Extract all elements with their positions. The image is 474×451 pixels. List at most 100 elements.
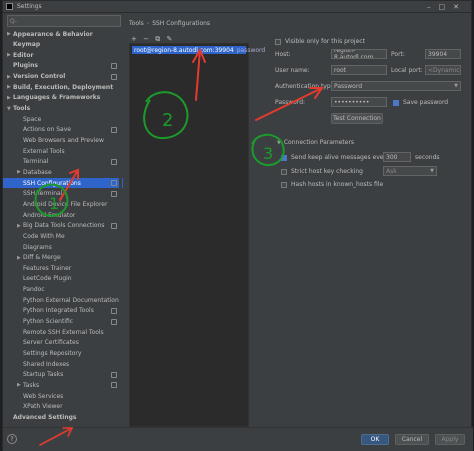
copy-icon[interactable]: ⧉ [155,35,160,43]
help-icon[interactable]: ? [7,434,17,444]
save-password-row[interactable]: Save password [393,99,448,106]
sidebar-item-label: Actions on Save [23,126,71,134]
sidebar-item-tasks[interactable]: ▶ Tasks [3,380,123,390]
sidebar-item-appearance-behavior[interactable]: ▶ Appearance & Behavior [3,29,123,39]
sidebar-scrollbar[interactable] [119,29,122,427]
sidebar-item-actions-on-save[interactable]: Actions on Save [3,125,123,135]
sidebar-item-label: Server Certificates [23,339,79,347]
settings-tree[interactable]: ▶ Appearance & Behavior Keymap ▶ Editor Plugi… [3,29,123,427]
sidebar-item-advanced-settings[interactable]: Advanced Settings [3,412,123,422]
sidebar-item-label: Terminal [23,158,49,166]
sidebar-item-settings-repository[interactable]: Settings Repository [3,349,123,359]
edit-icon[interactable]: ✎ [166,35,172,43]
host-field[interactable]: region-8.autodl.com [331,49,387,59]
sidebar-item-ssh-terminal[interactable]: SSH Terminal [3,189,123,199]
sidebar-item-build-execution-deployment[interactable]: ▶ Build, Execution, Deployment [3,82,123,92]
port-field[interactable]: 39904 [425,49,461,59]
sidebar-item-label: Tasks [23,381,40,389]
sidebar-item-tools[interactable]: ▼ Tools [3,104,123,114]
keepalive-checkbox[interactable] [281,154,287,161]
sidebar-item-big-data-tools-connections[interactable]: ▶ Big Data Tools Connections [3,221,123,231]
sidebar-item-android-device-file-explorer[interactable]: Android Device File Explorer [3,199,123,209]
sidebar-item-plugins[interactable]: Plugins [3,61,123,71]
settings-window: Settings –□✕ Q- ▶ Appearance & Behavior Ke… [2,0,473,451]
sidebar-item-external-tools[interactable]: External Tools [3,146,123,156]
sidebar-item-label: Version Control [13,73,66,81]
hash-hosts-row[interactable]: Hash hosts in known_hosts file [281,181,383,188]
sidebar-item-startup-tasks[interactable]: Startup Tasks [3,370,123,380]
sidebar-item-space[interactable]: Space [3,114,123,124]
sidebar-item-pandoc[interactable]: Pandoc [3,285,123,295]
sidebar-item-remote-ssh-external-tools[interactable]: Remote SSH External Tools [3,327,123,337]
project-scope-icon [111,62,117,69]
password-label: Password: [275,99,306,106]
sidebar-item-python-integrated-tools[interactable]: Python Integrated Tools [3,306,123,316]
password-field[interactable]: •••••••••• [331,97,387,107]
remove-icon[interactable]: − [143,35,149,43]
sidebar-item-python-scientific[interactable]: Python Scientific [3,317,123,327]
sidebar-item-python-external-documentation[interactable]: Python External Documentation [3,295,123,305]
sidebar-item-editor[interactable]: ▶ Editor [3,50,123,60]
sidebar-item-features-trainer[interactable]: Features Trainer [3,263,123,273]
breadcrumb-tools[interactable]: Tools [129,20,144,27]
settings-search-input[interactable]: Q- [7,15,121,27]
strict-host-select[interactable]: Ask ▼ [383,166,437,176]
auth-type-label: Authentication type: [275,83,337,90]
add-icon[interactable]: + [131,35,137,43]
sidebar-item-diff-merge[interactable]: ▶ Diff & Merge [3,253,123,263]
apply-button[interactable]: Apply [435,434,465,445]
sidebar-item-web-services[interactable]: Web Services [3,391,123,401]
sidebar-item-keymap[interactable]: Keymap [3,40,123,50]
user-name-field[interactable]: root [331,65,387,75]
sidebar-item-label: Android Emulator [23,211,76,219]
auth-type-select[interactable]: Password ▼ [331,81,461,91]
sidebar-item-label: Diff & Merge [23,254,61,262]
sidebar-item-server-certificates[interactable]: Server Certificates [3,338,123,348]
maximize-icon[interactable]: □ [439,3,454,11]
hash-hosts-checkbox[interactable] [281,181,287,188]
ssh-config-name: root@region-8.autodl.com:39904 [134,46,234,54]
visible-only-row[interactable]: Visible only for this project [275,38,365,45]
ssh-config-item[interactable]: root@region-8.autodl.com:39904 password [132,46,265,54]
chevron-down-icon: ▼ [277,139,281,146]
breadcrumb: Tools › SSH Configurations [129,20,210,27]
sidebar-item-xpath-viewer[interactable]: XPath Viewer [3,402,123,412]
keepalive-seconds-field[interactable]: 300 [383,152,411,162]
sidebar-item-leetcode-plugin[interactable]: LeetCode Plugin [3,274,123,284]
sidebar-item-label: Big Data Tools Connections [23,222,105,230]
sidebar-item-ssh-configurations[interactable]: SSH Configurations [3,178,123,189]
cancel-button[interactable]: Cancel [395,434,429,445]
sidebar-item-version-control[interactable]: ▶ Version Control [3,72,123,82]
chevron-down-icon: ▼ [454,83,458,89]
sidebar-item-diagrams[interactable]: Diagrams [3,242,123,252]
port-label: Port: [391,51,405,58]
sidebar-item-web-browsers-and-preview[interactable]: Web Browsers and Preview [3,136,123,146]
ssh-config-list[interactable]: root@region-8.autodl.com:39904 password [129,43,265,427]
sidebar-item-android-emulator[interactable]: Android Emulator [3,210,123,220]
connection-params-toggle[interactable]: ▼ Connection Parameters [277,139,354,146]
close-icon[interactable]: ✕ [453,3,467,11]
sidebar-item-terminal[interactable]: Terminal [3,157,123,167]
save-password-checkbox[interactable] [393,99,399,106]
sidebar-item-shared-indexes[interactable]: Shared Indexes [3,359,123,369]
sidebar-item-code-with-me[interactable]: Code With Me [3,231,123,241]
visible-only-label: Visible only for this project [285,38,365,45]
test-connection-button[interactable]: Test Connection [331,113,383,124]
visible-only-checkbox[interactable] [275,38,281,45]
seconds-label: seconds [415,154,440,161]
window-controls[interactable]: –□✕ [427,3,467,11]
sidebar-item-label: Shared Indexes [23,360,70,368]
sidebar-item-label: Features Trainer [23,264,72,272]
ok-button[interactable]: OK [361,434,389,445]
minimize-icon[interactable]: – [427,3,439,11]
sidebar-item-languages-frameworks[interactable]: ▶ Languages & Frameworks [3,93,123,103]
hash-hosts-label: Hash hosts in known_hosts file [291,181,384,188]
strict-host-row[interactable]: Strict host key checking [281,168,363,175]
local-port-field[interactable]: <Dynamic> [425,65,461,75]
sidebar-item-database[interactable]: ▶ Database [3,167,123,177]
sidebar-item-label: Code With Me [23,232,65,240]
strict-host-checkbox[interactable] [281,168,287,175]
project-scope-icon [111,190,117,197]
keepalive-row[interactable]: Send keep alive messages every [281,154,390,161]
sidebar-item-label: Space [23,115,42,123]
